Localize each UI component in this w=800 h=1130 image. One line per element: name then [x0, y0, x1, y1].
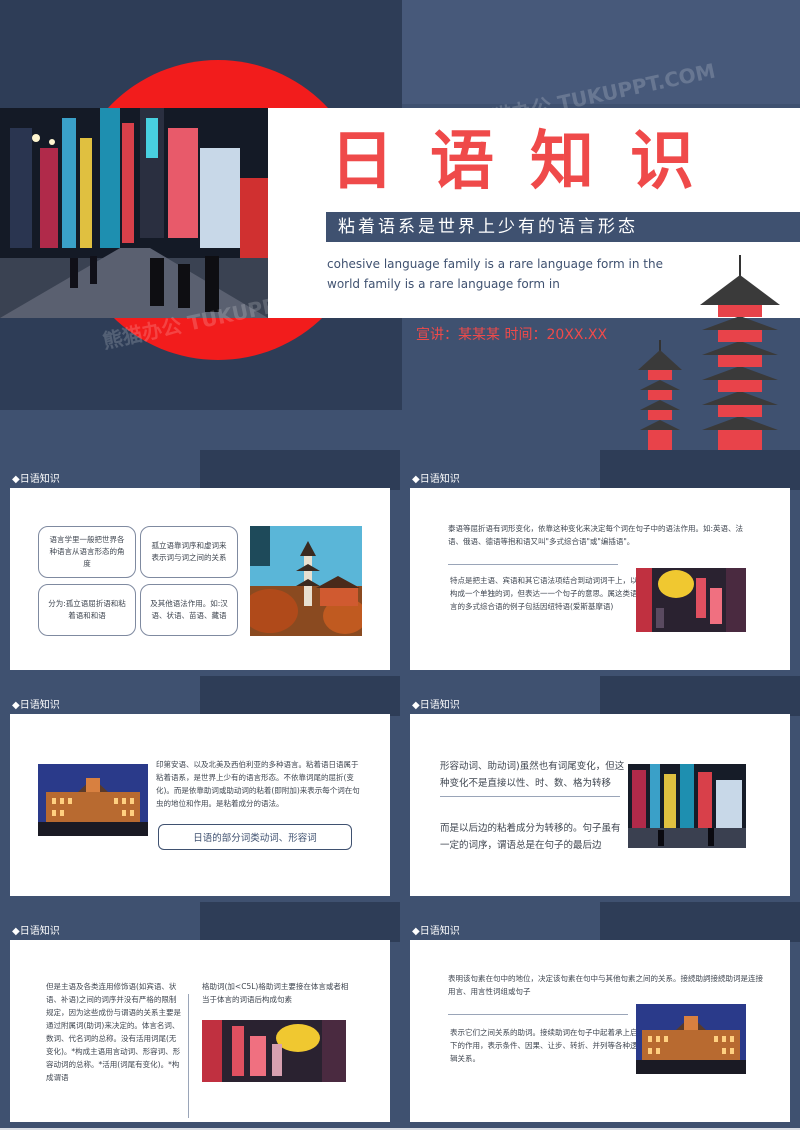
slide-accent	[200, 450, 400, 490]
divider	[448, 564, 618, 565]
cover-street-photo	[0, 108, 268, 318]
pagoda-illustration	[630, 250, 800, 450]
slide-tag: ◆日语知识	[12, 926, 60, 937]
slide-6: ◆日语知识 表明该句素在句中的地位，决定该句素在句中与其他句素之间的关系。接続助…	[400, 902, 800, 1128]
divider	[440, 796, 620, 797]
kyoto-temple-photo	[250, 526, 362, 636]
slide-paragraph: 格助词(加<C5L)格助词主要接在体言或者相当于体言的词语后构成句素	[202, 982, 349, 1004]
lantern-street-photo	[636, 568, 746, 632]
slide-paragraph: 表明该句素在句中的地位，决定该句素在句中与其他句素之间的关系。接続助詞接続助词是…	[448, 974, 763, 996]
slide-accent	[200, 902, 400, 942]
slide-card: 语言学里一般把世界各种语言从语言形态的角度 孤立语靠词序和虚词来表示词与词之间的…	[10, 488, 390, 670]
slide-paragraph: 表示它们之间关系的助词。接续助词在句子中起着承上启下的作用，表示条件、因果、让步…	[450, 1028, 638, 1063]
slide-accent	[600, 450, 800, 490]
slide-tag: ◆日语知识	[412, 926, 460, 937]
slide-card: 印第安语、以及北美及西伯利亚的多种语言。粘着语日语属于粘着语系，是世界上少有的语…	[10, 714, 390, 896]
concept-box: 孤立语靠词序和虚词来表示词与词之间的关系	[140, 526, 238, 578]
slide-5: ◆日语知识 但是主语及各类连用修饰语(如宾语、状语、补语)之间的词序并没有严格的…	[0, 902, 400, 1128]
concept-box: 语言学里一般把世界各种语言从语言形态的角度	[38, 526, 136, 578]
slide-card: 但是主语及各类连用修饰语(如宾语、状语、补语)之间的词序并没有严格的限制规定，因…	[10, 940, 390, 1122]
slide-accent	[200, 676, 400, 716]
slide-paragraph: 而是以后边的粘着成分为转移的。句子虽有一定的词序，谓语总是在句子的最后边	[440, 823, 621, 851]
slide-card: 表明该句素在句中的地位，决定该句素在句中与其他句素之间的关系。接続助詞接続助词是…	[410, 940, 790, 1122]
slide-tag: ◆日语知识	[412, 474, 460, 485]
cover-title: 日语知识	[330, 124, 730, 199]
slide-tag: ◆日语知识	[12, 474, 60, 485]
night-street-photo	[628, 764, 746, 848]
cover-presenter: 宣讲：某某某 时间：20XX.XX	[416, 327, 608, 343]
highlight-pill: 日语的部分词类动词、形容词	[158, 824, 352, 850]
cover-slide: 日语知识 粘着语系是世界上少有的语言形态 cohesive language f…	[0, 0, 800, 450]
slide-accent	[600, 676, 800, 716]
slide-paragraph: 泰语等屈折语有词形变化，依靠这种变化来决定每个词在句子中的语法作用。如:英语、法…	[448, 524, 744, 546]
slide-paragraph: 但是主语及各类连用修饰语(如宾语、状语、补语)之间的词序并没有严格的限制规定，因…	[46, 982, 181, 1082]
slide-card: 形容动词、助动词)虽然也有词尾变化，但这种变化不是直接以性、时、数、格为转移 而…	[410, 714, 790, 896]
slide-tag: ◆日语知识	[412, 700, 460, 711]
divider	[448, 1014, 628, 1015]
slide-paragraph: 形容动词、助动词)虽然也有词尾变化，但这种变化不是直接以性、时、数、格为转移	[440, 761, 625, 789]
slide-4: ◆日语知识 形容动词、助动词)虽然也有词尾变化，但这种变化不是直接以性、时、数、…	[400, 676, 800, 902]
slide-3: ◆日语知识 印第安语、以及北美及西伯利亚的多种语言。粘着语日语属于粘着语系，是世…	[0, 676, 400, 902]
slide-2: ◆日语知识 泰语等屈折语有词形变化，依靠这种变化来决定每个词在句子中的语法作用。…	[400, 450, 800, 676]
lantern-street-photo	[202, 1020, 346, 1082]
slide-card: 泰语等屈折语有词形变化，依靠这种变化来决定每个词在句子中的语法作用。如:英语、法…	[410, 488, 790, 670]
slide-paragraph: 印第安语、以及北美及西伯利亚的多种语言。粘着语日语属于粘着语系，是世界上少有的语…	[156, 760, 360, 808]
slide-1: ◆日语知识 语言学里一般把世界各种语言从语言形态的角度 孤立语靠词序和虚词来表示…	[0, 450, 400, 676]
vertical-divider	[188, 994, 189, 1118]
tokyo-station-photo	[38, 764, 148, 836]
slide-accent	[600, 902, 800, 942]
slide-paragraph: 特点是把主语、宾语和其它语法项结合到动词词干上，以构成一个单独的词，但表达一一个…	[450, 576, 638, 611]
slide-tag: ◆日语知识	[12, 700, 60, 711]
cover-top-panel	[402, 0, 800, 104]
concept-box: 分为:孤立语屈折语和粘着语和和语	[38, 584, 136, 636]
cover-subtitle: 粘着语系是世界上少有的语言形态	[338, 217, 638, 237]
concept-box: 及其他语法作用。如:汉语、状语、苗语、藏语	[140, 584, 238, 636]
tokyo-station-photo	[636, 1004, 746, 1074]
